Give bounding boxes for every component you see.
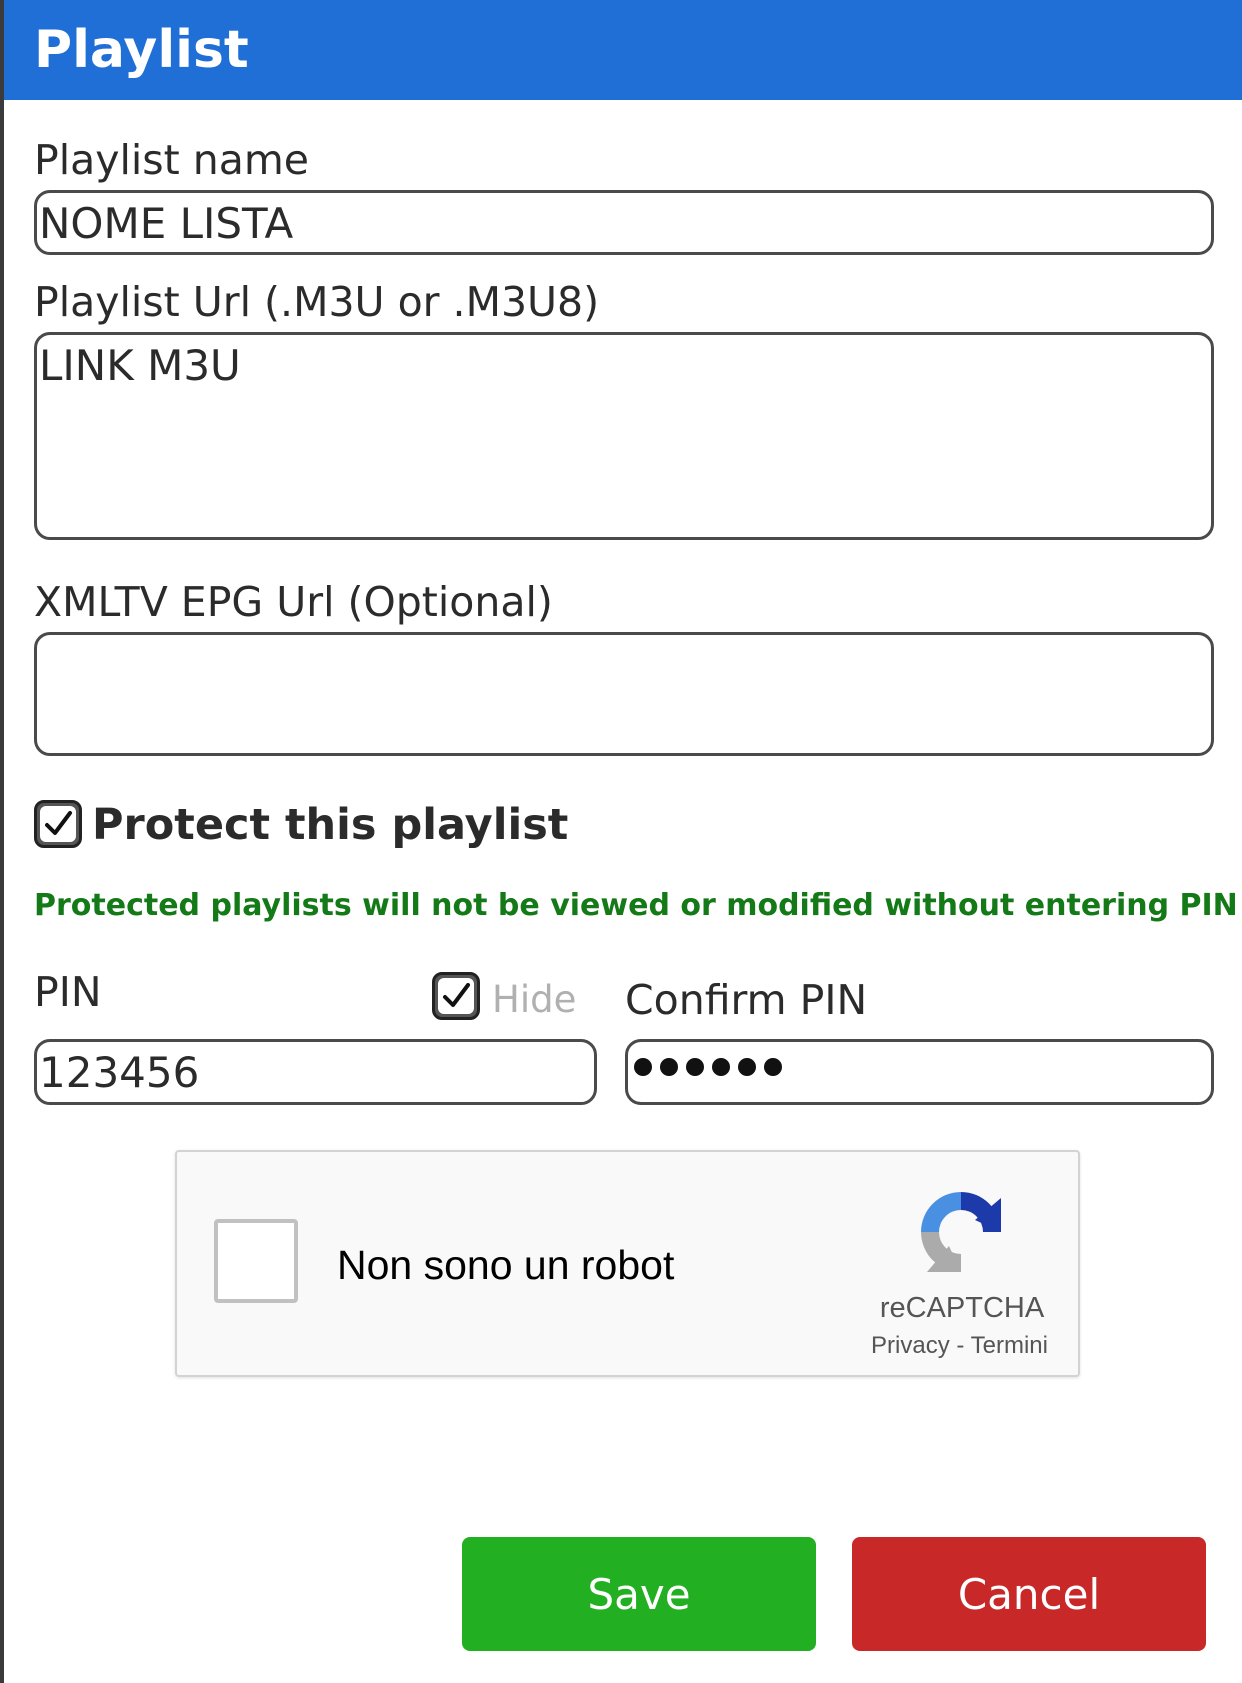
protect-label: Protect this playlist <box>92 800 569 850</box>
masked-dot <box>764 1058 782 1076</box>
playlist-url-label: Playlist Url (.M3U or .M3U8) <box>34 278 600 326</box>
cancel-button[interactable]: Cancel <box>852 1537 1206 1651</box>
confirm-pin-label: Confirm PIN <box>625 976 868 1024</box>
recaptcha-text: Non sono un robot <box>337 1242 675 1288</box>
masked-dot <box>712 1058 730 1076</box>
masked-dot <box>738 1058 756 1076</box>
recaptcha-links: Privacy - Termini <box>857 1332 1062 1360</box>
pin-input[interactable]: 123456 <box>34 1039 597 1105</box>
masked-dot <box>634 1058 652 1076</box>
playlist-name-input[interactable]: NOME LISTA <box>34 190 1214 255</box>
checkmark-icon <box>443 983 470 1007</box>
masked-dot <box>660 1058 678 1076</box>
masked-dot <box>686 1058 704 1076</box>
recaptcha-logo-icon <box>921 1192 1001 1272</box>
recaptcha-widget: Non sono un robot reCAPTCHA Privacy - Te… <box>175 1150 1080 1377</box>
masked-pin-dots <box>634 1058 782 1076</box>
hide-label: Hide <box>492 978 577 1021</box>
hide-pin-checkbox[interactable] <box>432 972 480 1020</box>
save-button[interactable]: Save <box>462 1537 816 1651</box>
confirm-pin-input[interactable] <box>625 1039 1214 1105</box>
protect-notice: Protected playlists will not be viewed o… <box>34 888 1238 923</box>
terms-link[interactable]: Termini <box>971 1332 1048 1359</box>
app-header: Playlist <box>4 0 1242 100</box>
pin-label: PIN <box>34 968 102 1016</box>
privacy-link[interactable]: Privacy <box>871 1332 950 1359</box>
epg-url-input[interactable] <box>34 632 1214 756</box>
protect-checkbox[interactable] <box>34 800 82 848</box>
epg-url-label: XMLTV EPG Url (Optional) <box>34 578 553 626</box>
page-title: Playlist <box>34 20 249 80</box>
link-separator: - <box>956 1332 965 1359</box>
playlist-url-textarea[interactable]: LINK M3U <box>34 332 1214 540</box>
recaptcha-checkbox[interactable] <box>214 1219 298 1303</box>
playlist-name-label: Playlist name <box>34 136 310 184</box>
checkmark-icon <box>45 811 72 835</box>
recaptcha-brand: reCAPTCHA <box>879 1292 1045 1324</box>
